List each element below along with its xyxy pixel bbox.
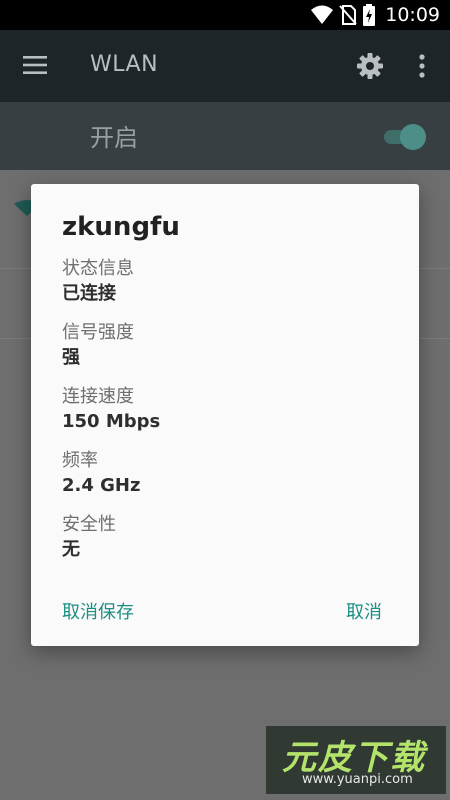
info-item-speed: 连接速度 150 Mbps	[62, 386, 392, 450]
network-info-list: 状态信息 已连接 信号强度 强 连接速度 150 Mbps 频率 2.4 GHz…	[62, 258, 392, 578]
info-value: 150 Mbps	[62, 411, 161, 432]
wlan-switch-bar[interactable]: 开启	[0, 102, 450, 170]
wlan-toggle[interactable]	[384, 124, 426, 150]
info-value: 强	[62, 347, 80, 368]
status-icons: 10:09	[311, 4, 440, 26]
menu-icon[interactable]	[22, 54, 48, 76]
no-sim-icon	[339, 5, 357, 25]
overflow-menu-icon[interactable]	[414, 52, 430, 80]
forget-network-button[interactable]: 取消保存	[62, 598, 134, 624]
info-label: 状态信息	[62, 258, 134, 279]
status-time: 10:09	[385, 4, 440, 26]
app-bar: WLAN	[0, 30, 450, 102]
info-label: 安全性	[62, 514, 116, 535]
watermark-logo: 元皮下载 www.yuanpi.com	[266, 726, 446, 794]
switch-label: 开启	[90, 124, 138, 152]
info-item-signal: 信号强度 强	[62, 322, 392, 386]
info-value: 已连接	[62, 283, 116, 304]
info-value: 2.4 GHz	[62, 475, 141, 496]
battery-charging-icon	[363, 4, 376, 26]
wifi-icon	[311, 5, 334, 24]
info-item-status: 状态信息 已连接	[62, 258, 392, 322]
toggle-thumb	[400, 124, 426, 150]
watermark-url: www.yuanpi.com	[302, 772, 413, 787]
info-label: 信号强度	[62, 322, 134, 343]
cancel-button[interactable]: 取消	[346, 598, 382, 624]
info-label: 频率	[62, 450, 98, 471]
info-label: 连接速度	[62, 386, 134, 407]
status-bar: 10:09	[0, 0, 450, 30]
network-details-dialog: zkungfu 状态信息 已连接 信号强度 强 连接速度 150 Mbps 频率…	[31, 184, 419, 646]
info-item-security: 安全性 无	[62, 514, 392, 578]
info-value: 无	[62, 539, 80, 560]
info-item-frequency: 频率 2.4 GHz	[62, 450, 392, 514]
page-title: WLAN	[90, 52, 159, 77]
gear-icon[interactable]	[356, 52, 384, 80]
dialog-title: zkungfu	[62, 212, 180, 242]
